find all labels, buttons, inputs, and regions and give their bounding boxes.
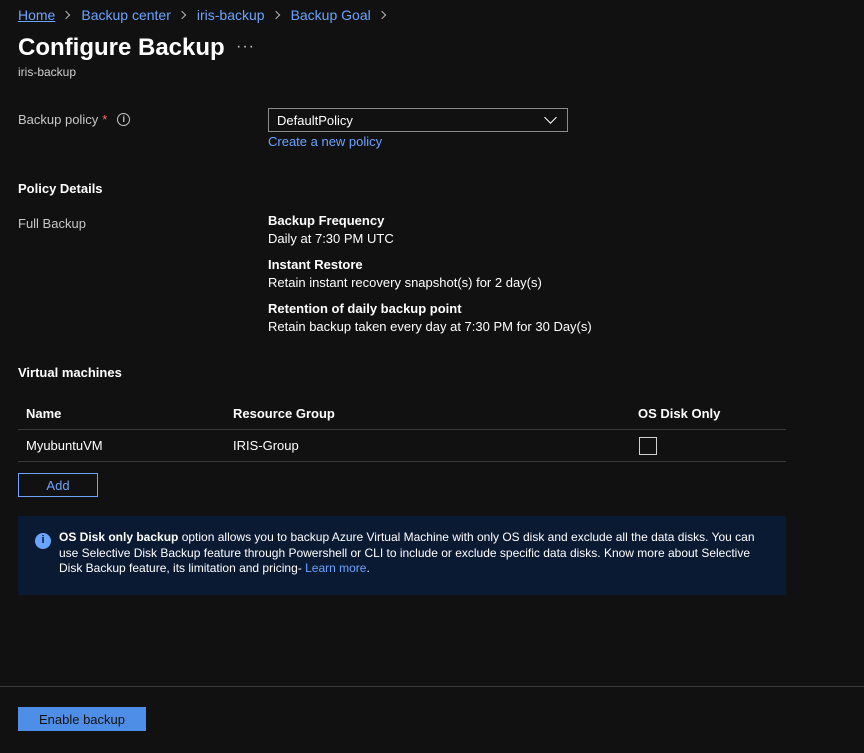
page-title: Configure Backup: [18, 34, 225, 61]
enable-backup-button[interactable]: Enable backup: [18, 707, 146, 731]
column-os-disk-only: OS Disk Only: [638, 406, 721, 421]
os-disk-info-banner: i OS Disk only backup option allows you …: [18, 516, 786, 595]
required-mark: *: [102, 112, 108, 127]
os-disk-only-checkbox[interactable]: [639, 436, 657, 455]
backup-frequency-title: Backup Frequency: [268, 213, 385, 228]
page-subtitle: iris-backup: [18, 65, 77, 79]
banner-end: .: [366, 561, 370, 575]
info-icon[interactable]: i: [117, 113, 131, 126]
vm-table: Name Resource Group OS Disk Only Myubunt…: [18, 398, 786, 462]
column-resource-group: Resource Group: [233, 406, 335, 421]
chevron-right-icon: [271, 10, 280, 20]
breadcrumb-home[interactable]: Home: [18, 7, 55, 23]
full-backup-label: Full Backup: [18, 216, 86, 231]
virtual-machines-heading: Virtual machines: [18, 365, 122, 380]
retention-daily-title: Retention of daily backup point: [268, 301, 462, 316]
instant-restore-value: Retain instant recovery snapshot(s) for …: [268, 275, 542, 290]
column-name: Name: [26, 406, 62, 421]
policy-details-heading: Policy Details: [18, 181, 103, 196]
chevron-right-icon: [377, 10, 386, 20]
info-icon: i: [35, 533, 51, 549]
backup-policy-label: Backup policy * i: [18, 112, 131, 127]
more-options-icon[interactable]: ···: [236, 38, 255, 56]
backup-policy-dropdown[interactable]: DefaultPolicy: [268, 108, 568, 132]
backup-policy-label-text: Backup policy: [18, 112, 99, 127]
breadcrumb-iris-backup[interactable]: iris-backup: [197, 7, 265, 23]
create-new-policy-link[interactable]: Create a new policy: [268, 134, 382, 149]
chevron-right-icon: [62, 10, 71, 20]
vm-resource-group: IRIS-Group: [233, 438, 299, 453]
table-row: MyubuntuVM IRIS-Group: [18, 430, 786, 462]
breadcrumb: Home Backup center iris-backup Backup Go…: [18, 7, 397, 23]
table-header: Name Resource Group OS Disk Only: [18, 398, 786, 430]
breadcrumb-backup-goal[interactable]: Backup Goal: [291, 7, 371, 23]
add-vm-button[interactable]: Add: [18, 473, 98, 497]
learn-more-link[interactable]: Learn more: [305, 561, 366, 575]
footer-divider: [0, 686, 864, 687]
instant-restore-title: Instant Restore: [268, 257, 363, 272]
chevron-down-icon: [544, 111, 557, 124]
chevron-right-icon: [177, 10, 187, 20]
instant-restore: Instant Restore Retain instant recovery …: [268, 257, 542, 290]
banner-bold-text: OS Disk only backup: [59, 530, 179, 544]
os-disk-only-checkbox-wrap: [638, 436, 657, 455]
retention-daily-value: Retain backup taken every day at 7:30 PM…: [268, 319, 592, 334]
vm-name: MyubuntuVM: [26, 438, 103, 453]
backup-frequency: Backup Frequency Daily at 7:30 PM UTC: [268, 213, 394, 246]
breadcrumb-backup-center[interactable]: Backup center: [81, 7, 171, 23]
backup-frequency-value: Daily at 7:30 PM UTC: [268, 231, 394, 246]
retention-daily: Retention of daily backup point Retain b…: [268, 301, 592, 334]
backup-policy-selected: DefaultPolicy: [277, 112, 353, 128]
